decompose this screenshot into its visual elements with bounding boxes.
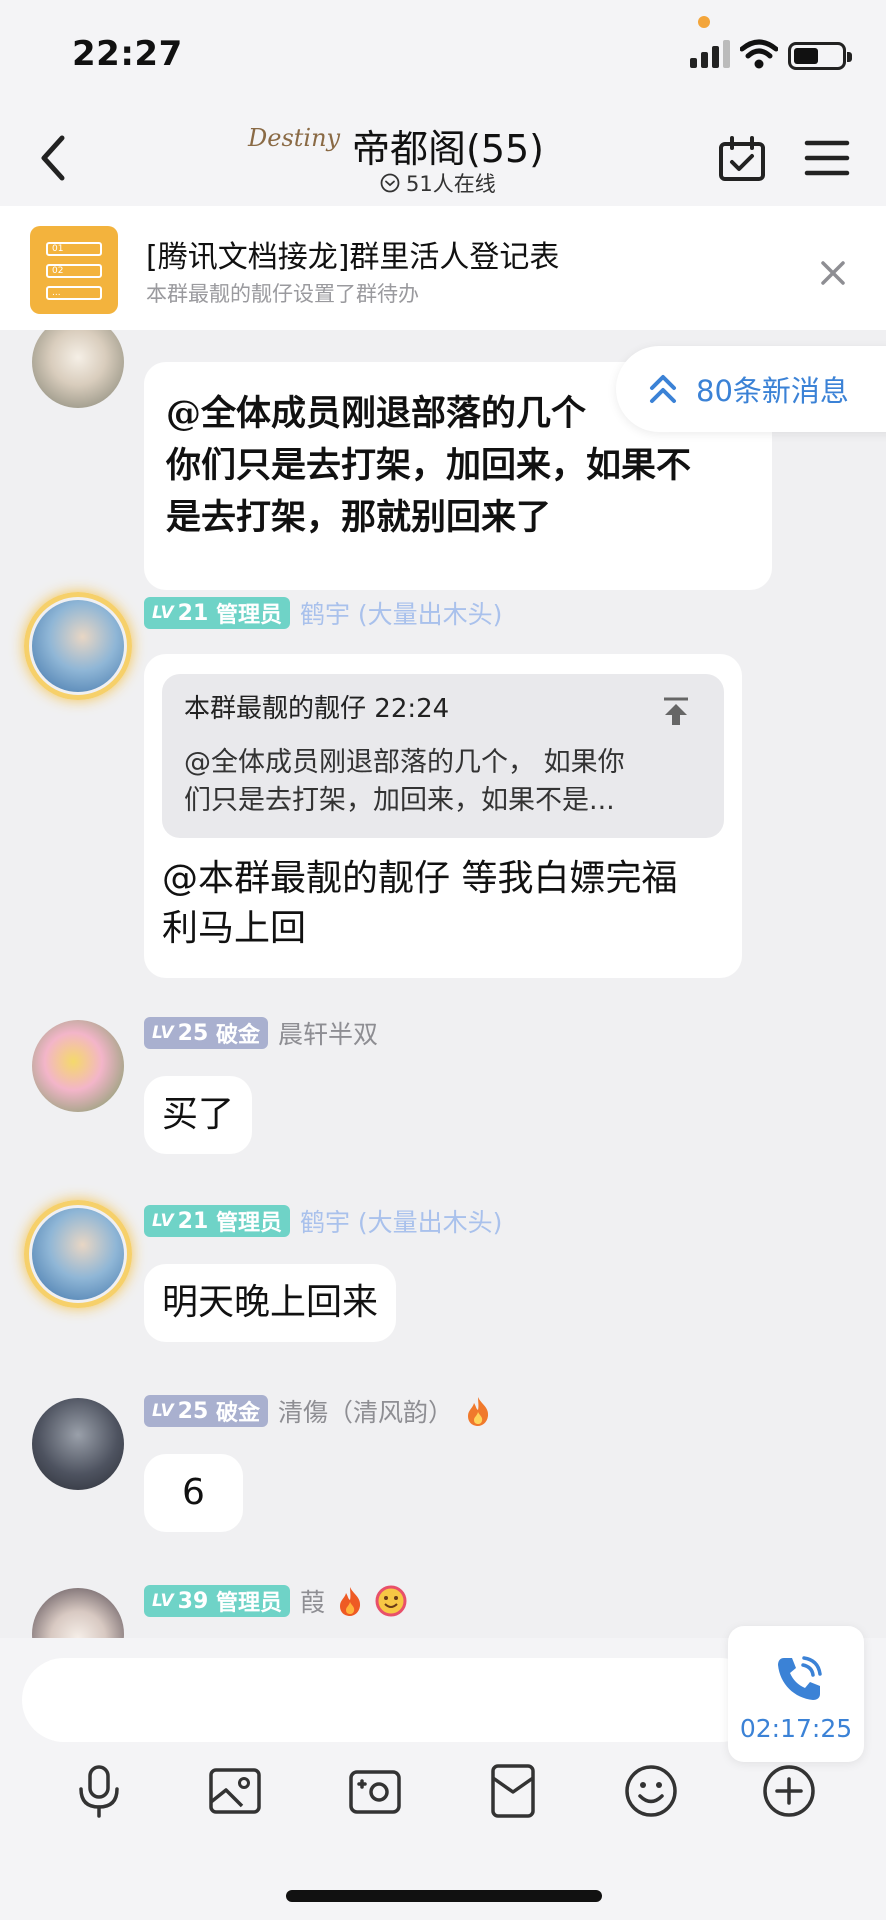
- microphone-icon[interactable]: [70, 1762, 128, 1820]
- call-duration: 02:17:25: [739, 1714, 853, 1743]
- image-icon[interactable]: [206, 1762, 264, 1820]
- quote-author: 本群最靓的靓仔: [184, 694, 367, 724]
- message-text-line: @本群最靓的靓仔 等我白嫖完福: [162, 858, 678, 899]
- home-indicator[interactable]: [286, 1890, 602, 1902]
- online-count-text: 51人在线: [406, 172, 496, 196]
- message-bubble[interactable]: 6: [144, 1454, 243, 1532]
- message-text: 买了: [162, 1094, 235, 1135]
- quote-text-line: @全体成员刚退部落的几个， 如果你: [184, 747, 625, 778]
- double-chevron-up-icon: [650, 375, 676, 403]
- back-chevron-icon[interactable]: [34, 132, 74, 184]
- fire-icon: [339, 1587, 361, 1616]
- ongoing-call-card[interactable]: 02:17:25: [728, 1626, 864, 1762]
- smile-emoji-icon: [375, 1585, 407, 1617]
- todo-title: [腾讯文档接龙]群里活人登记表: [146, 240, 560, 275]
- level-badge: LV 21 管理员: [144, 597, 290, 629]
- quoted-message[interactable]: 本群最靓的靓仔 22:24 @全体成员刚退部落的几个， 如果你 们只是去打架，加…: [162, 674, 724, 838]
- level-badge: LV 39 管理员: [144, 1585, 290, 1617]
- todo-subtitle: 本群最靓的靓仔设置了群待办: [146, 282, 419, 306]
- avatar[interactable]: [32, 1208, 124, 1300]
- group-calendar-icon[interactable]: [718, 136, 766, 182]
- group-todo-banner[interactable]: 01 02 ... [腾讯文档接龙]群里活人登记表 本群最靓的靓仔设置了群待办: [0, 206, 886, 330]
- emoji-icon[interactable]: [622, 1762, 680, 1820]
- chat-header: Destiny 帝都阁(55) 51人在线: [0, 110, 886, 206]
- new-messages-button[interactable]: 80条新消息: [616, 346, 886, 432]
- sender-meta: LV 39 管理员 葭: [144, 1584, 407, 1618]
- chevron-down-circle-icon: [380, 173, 400, 193]
- message-bubble[interactable]: 买了: [144, 1076, 253, 1154]
- sender-name[interactable]: 鹤宇 (大量出木头): [300, 1203, 502, 1239]
- sender-meta: LV 21 管理员 鹤宇 (大量出木头): [144, 1204, 502, 1238]
- message-text: 6: [182, 1472, 205, 1513]
- menu-icon[interactable]: [804, 138, 850, 178]
- battery-icon: [788, 42, 852, 70]
- status-bar: 22:27: [0, 0, 886, 110]
- level-badge: LV 25 破金: [144, 1395, 268, 1427]
- level-badge: LV 21 管理员: [144, 1205, 290, 1237]
- avatar[interactable]: [32, 600, 124, 692]
- cellular-signal-icon: [690, 40, 730, 68]
- message-bubble[interactable]: 本群最靓的靓仔 22:24 @全体成员刚退部落的几个， 如果你 们只是去打架，加…: [144, 654, 742, 978]
- sender-meta: LV 21 管理员 鹤宇 (大量出木头): [144, 596, 502, 630]
- avatar[interactable]: [32, 1588, 124, 1638]
- message-input[interactable]: [22, 1658, 762, 1742]
- sender-meta: LV 25 破金 清傷（清风韵）: [144, 1394, 493, 1428]
- avatar[interactable]: [32, 1398, 124, 1490]
- camera-icon[interactable]: [346, 1762, 404, 1820]
- privacy-indicator-dot: [698, 16, 710, 28]
- quote-text-line: 们只是去打架，加回来，如果不是...: [184, 785, 615, 816]
- document-list-icon: 01 02 ...: [30, 226, 118, 314]
- message-text-line: 利马上回: [162, 908, 307, 949]
- group-logo: Destiny: [248, 124, 341, 152]
- red-packet-icon[interactable]: [484, 1762, 542, 1820]
- message-text: 明天晚上回来: [162, 1282, 379, 1323]
- sender-name[interactable]: 晨轩半双: [278, 1015, 378, 1051]
- sender-name[interactable]: 清傷（清风韵）: [278, 1393, 453, 1429]
- phone-call-icon: [778, 1656, 822, 1700]
- new-messages-label: 80条新消息: [696, 374, 849, 408]
- avatar[interactable]: [32, 330, 124, 408]
- group-title[interactable]: 帝都阁(55): [352, 118, 544, 173]
- fire-icon: [467, 1397, 489, 1426]
- level-badge: LV 25 破金: [144, 1017, 268, 1049]
- sender-meta: LV 25 破金 晨轩半双: [144, 1016, 378, 1050]
- online-count[interactable]: 51人在线: [380, 168, 496, 198]
- jump-to-top-icon[interactable]: [660, 696, 692, 728]
- wifi-icon: [740, 39, 778, 69]
- message-list[interactable]: @全体成员刚退部落的几个 你们只是去打架，加回来，如果不 是去打架，那就别回来了…: [0, 330, 886, 1638]
- sender-name[interactable]: 鹤宇 (大量出木头): [300, 595, 502, 631]
- status-time: 22:27: [72, 34, 183, 74]
- avatar[interactable]: [32, 1020, 124, 1112]
- quote-time: 22:24: [374, 694, 450, 724]
- sender-name[interactable]: 葭: [300, 1583, 325, 1619]
- close-icon[interactable]: [816, 256, 850, 290]
- plus-icon[interactable]: [760, 1762, 818, 1820]
- message-bubble[interactable]: 明天晚上回来: [144, 1264, 397, 1342]
